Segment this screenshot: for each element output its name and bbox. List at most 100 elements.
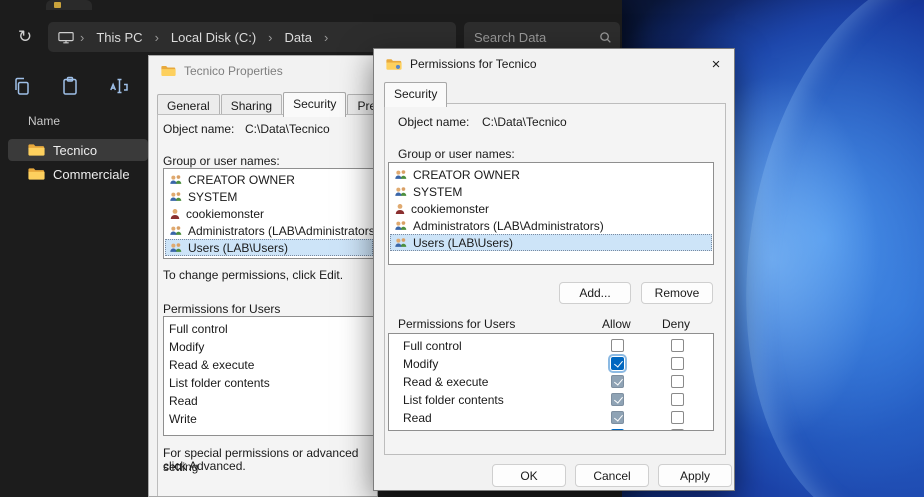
paste-icon[interactable] (56, 72, 84, 100)
dialog-title: Tecnico Properties (184, 64, 283, 78)
user-list-item[interactable]: Administrators (LAB\Administrators) (165, 222, 373, 239)
folder-name: Tecnico (53, 143, 97, 158)
remove-button[interactable]: Remove (641, 282, 713, 304)
object-name-value: C:\Data\Tecnico (482, 115, 567, 129)
allow-checkbox-list-folder-contents[interactable] (611, 393, 624, 406)
desktop: ↻ This PC Local Disk (C:) Data (0, 0, 924, 497)
user-name: CREATOR OWNER (413, 168, 520, 182)
group-icon (394, 237, 408, 248)
user-list-item[interactable]: CREATOR OWNER (390, 166, 712, 183)
permission-name: Read (403, 411, 432, 425)
user-name: Administrators (LAB\Administrators) (413, 219, 604, 233)
object-name-label: Object name: (163, 122, 234, 136)
explorer-tab[interactable] (46, 0, 92, 10)
user-list-item[interactable]: SYSTEM (165, 188, 373, 205)
close-icon[interactable]: × (702, 53, 730, 75)
group-user-list: CREATOR OWNER SYSTEM cookiemonster Admin… (163, 168, 375, 259)
breadcrumb-this-pc[interactable]: This PC (88, 28, 150, 47)
advanced-hint-line2: click Advanced. (163, 459, 246, 473)
tab-general[interactable]: General (157, 94, 220, 116)
apply-button[interactable]: Apply (658, 464, 732, 487)
permissions-checkbox-list: Full control Modify Read & execute List … (388, 333, 714, 431)
group-icon (169, 225, 183, 236)
permission-name: Read & execute (403, 375, 488, 389)
permissions-for-users-label: Permissions for Users (398, 317, 515, 331)
folder-icon (28, 143, 45, 157)
copy-icon[interactable] (8, 72, 36, 100)
permission-name: Modify (169, 340, 204, 354)
user-list-item[interactable]: cookiemonster (165, 205, 373, 222)
permissions-list: Full control Modify Read & execute List … (163, 316, 375, 436)
rename-icon[interactable] (105, 72, 133, 100)
folder-icon (28, 167, 45, 181)
permission-item: List folder contents (165, 374, 373, 391)
folder-tab-icon (54, 2, 61, 8)
user-name: SYSTEM (413, 185, 462, 199)
folder-row-tecnico[interactable]: Tecnico (8, 139, 148, 161)
cancel-button[interactable]: Cancel (575, 464, 649, 487)
refresh-button[interactable]: ↻ (12, 24, 38, 50)
permission-item: Full control (165, 320, 373, 337)
user-name: cookiemonster (186, 207, 264, 221)
user-list-item[interactable]: CREATOR OWNER (165, 171, 373, 188)
breadcrumb-chevron-icon (78, 30, 86, 45)
deny-checkbox-write[interactable] (671, 429, 684, 431)
user-list-item[interactable]: cookiemonster (390, 200, 712, 217)
user-list-item-selected[interactable]: Users (LAB\Users) (165, 239, 373, 256)
permission-name: Read (169, 394, 198, 408)
permission-row: Read & execute (390, 373, 712, 391)
group-icon (169, 191, 183, 202)
permission-name: Full control (403, 339, 462, 353)
permission-name: Read & execute (169, 358, 254, 372)
user-list-item[interactable]: Administrators (LAB\Administrators) (390, 217, 712, 234)
breadcrumb-local-disk[interactable]: Local Disk (C:) (163, 28, 264, 47)
tab-security[interactable]: Security (283, 92, 346, 117)
permissions-dialog: Permissions for Tecnico × Security Objec… (373, 48, 735, 491)
search-input[interactable] (474, 30, 599, 45)
group-user-names-label: Group or user names: (163, 154, 280, 168)
permission-item: Write (165, 410, 373, 427)
permissions-for-users-label: Permissions for Users (163, 302, 280, 316)
permission-row: Modify (390, 355, 712, 373)
allow-checkbox-full-control[interactable] (611, 339, 624, 352)
explorer-toolbar (0, 68, 150, 104)
user-list-item-selected[interactable]: Users (LAB\Users) (390, 234, 712, 251)
properties-dialog-titlebar[interactable]: Tecnico Properties (149, 56, 377, 86)
permission-name: Modify (403, 357, 438, 371)
breadcrumb-data[interactable]: Data (277, 28, 320, 47)
allow-checkbox-write[interactable] (611, 429, 624, 431)
deny-checkbox-list-folder-contents[interactable] (671, 393, 684, 406)
add-button[interactable]: Add... (559, 282, 631, 304)
deny-checkbox-read[interactable] (671, 411, 684, 424)
permission-item: Read & execute (165, 356, 373, 373)
ok-button[interactable]: OK (492, 464, 566, 487)
user-name: Administrators (LAB\Administrators) (188, 224, 375, 238)
deny-checkbox-full-control[interactable] (671, 339, 684, 352)
allow-checkbox-read-execute[interactable] (611, 375, 624, 388)
deny-checkbox-modify[interactable] (671, 357, 684, 370)
breadcrumb-chevron-icon (322, 30, 330, 45)
folder-row-commerciale[interactable]: Commerciale (8, 163, 148, 185)
permissions-dialog-titlebar[interactable]: Permissions for Tecnico (374, 49, 734, 79)
column-header-name[interactable]: Name (28, 114, 60, 128)
group-user-names-label: Group or user names: (398, 147, 515, 161)
permission-row: Write (390, 427, 712, 431)
user-name: SYSTEM (188, 190, 237, 204)
folder-icon (161, 65, 176, 77)
permission-name: List folder contents (169, 376, 270, 390)
permission-row: Read (390, 409, 712, 427)
tab-sharing[interactable]: Sharing (221, 94, 282, 116)
group-icon (394, 220, 408, 231)
object-name-value: C:\Data\Tecnico (245, 122, 330, 136)
deny-checkbox-read-execute[interactable] (671, 375, 684, 388)
allow-checkbox-read[interactable] (611, 411, 624, 424)
user-list-item[interactable]: SYSTEM (390, 183, 712, 200)
user-name: CREATOR OWNER (188, 173, 295, 187)
search-icon (599, 31, 612, 44)
tab-security[interactable]: Security (384, 82, 447, 107)
breadcrumb-chevron-icon (153, 30, 161, 45)
user-name: Users (LAB\Users) (413, 236, 513, 250)
allow-column-header: Allow (602, 317, 631, 331)
allow-checkbox-modify[interactable] (611, 357, 624, 370)
permission-name: Write (403, 429, 431, 431)
